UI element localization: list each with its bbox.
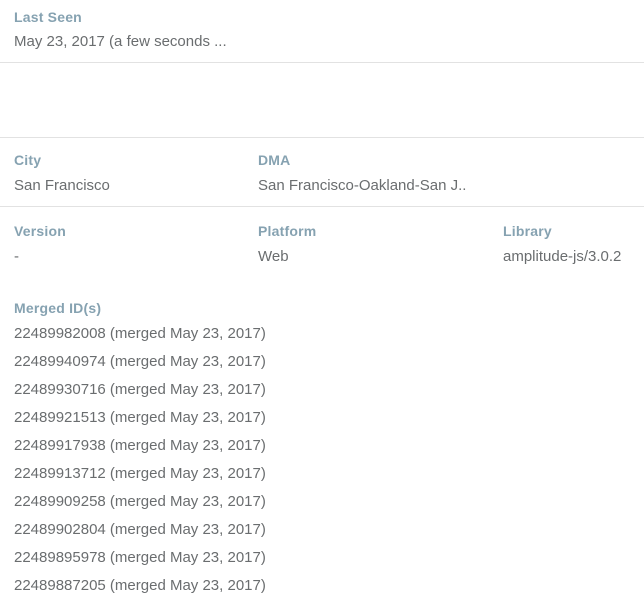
version-value: - [14, 248, 19, 265]
version-field: Version - [14, 223, 258, 266]
merged-id-item: 22489902804 (merged May 23, 2017) [14, 521, 266, 538]
merged-id-item: 22489913712 (merged May 23, 2017) [14, 465, 266, 482]
merged-ids-section: Merged ID(s) 22489982008 (merged May 23,… [0, 266, 644, 595]
merged-ids-list: 22489982008 (merged May 23, 2017) 224899… [14, 325, 630, 595]
merged-id-item: 22489982008 (merged May 23, 2017) [14, 325, 266, 342]
device-section: Version - Platform Web Library amplitude… [0, 207, 644, 266]
last-seen-label: Last Seen [14, 9, 82, 25]
merged-id-item: 22489921513 (merged May 23, 2017) [14, 409, 266, 426]
city-label: City [14, 152, 42, 168]
library-label: Library [503, 223, 552, 239]
merged-id-item: 22489887205 (merged May 23, 2017) [14, 577, 266, 594]
platform-label: Platform [258, 223, 317, 239]
city-field: City San Francisco [14, 152, 258, 206]
location-section: City San Francisco DMA San Francisco-Oak… [0, 138, 644, 207]
merged-id-item: 22489940974 (merged May 23, 2017) [14, 353, 266, 370]
empty-section [0, 63, 644, 138]
city-value: San Francisco [14, 177, 110, 194]
library-value: amplitude-js/3.0.2 [503, 248, 622, 265]
library-field: Library amplitude-js/3.0.2 [503, 223, 630, 266]
last-seen-value: May 23, 2017 (a few seconds ... [14, 33, 227, 50]
platform-field: Platform Web [258, 223, 503, 266]
platform-value: Web [258, 248, 289, 265]
merged-id-item: 22489895978 (merged May 23, 2017) [14, 549, 266, 566]
merged-ids-label: Merged ID(s) [14, 300, 102, 316]
last-seen-section: Last Seen May 23, 2017 (a few seconds ..… [0, 0, 644, 63]
dma-field: DMA San Francisco-Oakland-San J.. [258, 152, 630, 206]
merged-id-item: 22489909258 (merged May 23, 2017) [14, 493, 266, 510]
version-label: Version [14, 223, 66, 239]
merged-id-item: 22489930716 (merged May 23, 2017) [14, 381, 266, 398]
dma-label: DMA [258, 152, 291, 168]
dma-value: San Francisco-Oakland-San J.. [258, 177, 467, 194]
merged-id-item: 22489917938 (merged May 23, 2017) [14, 437, 266, 454]
